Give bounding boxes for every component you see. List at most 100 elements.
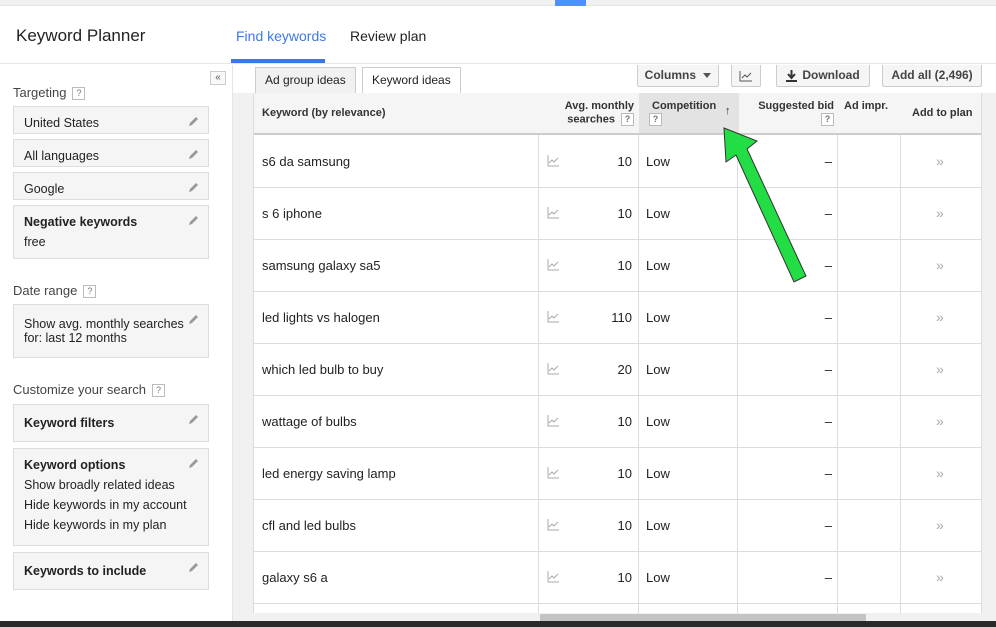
keyword-cell: cfl and led bulbs [262, 518, 356, 533]
col-ad-impr-header[interactable]: Ad impr. [844, 100, 888, 112]
edit-pencil-icon[interactable] [188, 214, 200, 226]
edit-pencil-icon[interactable] [188, 457, 200, 469]
date-range-line1: Show avg. monthly searches [24, 317, 184, 331]
table-header: Keyword (by relevance) Avg. monthly sear… [254, 93, 981, 135]
suggested-bid-cell: – [824, 518, 832, 533]
help-icon[interactable]: ? [72, 87, 86, 101]
collapse-sidebar-button[interactable]: « [210, 71, 226, 85]
add-to-plan-icon[interactable]: » [936, 396, 944, 447]
add-to-plan-icon[interactable]: » [936, 240, 944, 291]
chart-icon [739, 70, 752, 82]
help-icon[interactable]: ? [151, 384, 165, 398]
columns-label: Columns [644, 68, 696, 82]
keyword-cell: galaxy s6 a [262, 570, 328, 585]
edit-pencil-icon[interactable] [188, 313, 200, 325]
tab-keyword-ideas[interactable]: Keyword ideas [362, 67, 461, 94]
avg-searches-cell: 20 [617, 362, 632, 377]
suggested-bid-cell: – [824, 258, 832, 273]
negative-keywords-card[interactable]: Negative keywords free [13, 205, 209, 259]
language-value: All languages [24, 149, 100, 163]
app-title: Keyword Planner [16, 26, 146, 45]
keywords-to-include-card[interactable]: Keywords to include [13, 552, 209, 590]
add-to-plan-icon[interactable]: » [936, 344, 944, 395]
keyword-cell: s6 da samsung [262, 154, 351, 169]
trend-chart-icon[interactable] [547, 414, 560, 427]
keyword-option-line: Hide keywords in my account [24, 498, 187, 512]
edit-pencil-icon[interactable] [188, 561, 200, 573]
date-range-card[interactable]: Show avg. monthly searches for: last 12 … [13, 304, 209, 358]
help-icon[interactable]: ? [83, 285, 97, 299]
col-avg-line2-wrap: searches? [544, 113, 634, 126]
header: Keyword Planner Find keywords Review pla… [0, 6, 996, 64]
help-icon[interactable]: ? [649, 113, 662, 126]
tab-ad-group-ideas[interactable]: Ad group ideas [255, 67, 356, 93]
col-suggested-bid-header[interactable]: Suggested bid ? [744, 100, 834, 126]
keyword-options-title: Keyword options [24, 458, 126, 472]
negative-keywords-title: Negative keywords [24, 215, 138, 229]
edit-pencil-icon[interactable] [188, 413, 200, 425]
avg-searches-cell: 10 [617, 258, 632, 273]
add-to-plan-icon[interactable]: » [936, 136, 944, 187]
trend-chart-icon[interactable] [547, 362, 560, 375]
sort-ascending-icon: ↑ [725, 105, 731, 117]
table-row: samsung galaxy sa5 10 Low – » [254, 240, 981, 292]
col-add-to-plan-header: Add to plan [912, 107, 973, 119]
add-all-button[interactable]: Add all (2,496) [882, 65, 982, 87]
avg-searches-cell: 10 [617, 154, 632, 169]
avg-searches-cell: 10 [617, 570, 632, 585]
col-keyword-header[interactable]: Keyword (by relevance) [262, 107, 386, 119]
col-avg-line2: searches [567, 113, 615, 126]
competition-cell: Low [646, 154, 670, 169]
toolbar: Ad group ideas Keyword ideas Columns Dow… [233, 65, 996, 94]
keyword-cell: samsung galaxy sa5 [262, 258, 381, 273]
trend-chart-icon[interactable] [547, 154, 560, 167]
table-row: s6 da samsung 10 Low – » [254, 136, 981, 188]
tab-review-plan[interactable]: Review plan [350, 28, 426, 44]
help-icon[interactable]: ? [821, 113, 834, 126]
chart-view-button[interactable] [731, 65, 761, 87]
keyword-cell: which led bulb to buy [262, 362, 384, 377]
main-panel: Ad group ideas Keyword ideas Columns Dow… [233, 65, 996, 627]
trend-chart-icon[interactable] [547, 258, 560, 271]
active-tab-indicator [231, 59, 325, 63]
keywords-to-include-title: Keywords to include [24, 564, 147, 578]
tab-find-keywords[interactable]: Find keywords [236, 28, 326, 44]
network-card[interactable]: Google [13, 172, 209, 200]
edit-pencil-icon[interactable] [188, 148, 200, 160]
negative-keywords-value: free [24, 235, 46, 249]
table-row: wattage of bulbs 10 Low – » [254, 396, 981, 448]
add-to-plan-icon[interactable]: » [936, 500, 944, 551]
download-button[interactable]: Download [776, 65, 870, 87]
results-area: Keyword (by relevance) Avg. monthly sear… [233, 93, 996, 627]
keyword-options-card[interactable]: Keyword options Show broadly related ide… [13, 448, 209, 546]
edit-pencil-icon[interactable] [188, 181, 200, 193]
keyword-filters-card[interactable]: Keyword filters [13, 404, 209, 442]
add-to-plan-icon[interactable]: » [936, 188, 944, 239]
add-to-plan-icon[interactable]: » [936, 448, 944, 499]
trend-chart-icon[interactable] [547, 466, 560, 479]
trend-chart-icon[interactable] [547, 518, 560, 531]
table-row: which led bulb to buy 20 Low – » [254, 344, 981, 396]
add-to-plan-icon[interactable]: » [936, 552, 944, 603]
add-to-plan-icon[interactable]: » [936, 292, 944, 343]
trend-chart-icon[interactable] [547, 310, 560, 323]
date-range-line2: for: last 12 months [24, 331, 127, 345]
location-card[interactable]: United States [13, 106, 209, 134]
col-avg-line1: Avg. monthly [564, 100, 634, 112]
table-row: cfl and led bulbs 10 Low – » [254, 500, 981, 552]
help-icon[interactable]: ? [621, 113, 634, 126]
col-competition-header[interactable]: Competition ? ↑ [639, 93, 739, 133]
competition-cell: Low [646, 258, 670, 273]
customize-heading: Customize your search? [13, 382, 165, 398]
table-row: led lights vs halogen 110 Low – » [254, 292, 981, 344]
col-avg-searches-header[interactable]: Avg. monthly searches? [544, 100, 634, 126]
language-card[interactable]: All languages [13, 139, 209, 167]
chevron-down-icon [703, 73, 712, 79]
download-label: Download [802, 68, 860, 82]
table-row: galaxy s6 a 10 Low – » [254, 552, 981, 604]
trend-chart-icon[interactable] [547, 206, 560, 219]
edit-pencil-icon[interactable] [188, 115, 200, 127]
trend-chart-icon[interactable] [547, 570, 560, 583]
avg-searches-cell: 10 [617, 414, 632, 429]
columns-button[interactable]: Columns [637, 65, 719, 87]
